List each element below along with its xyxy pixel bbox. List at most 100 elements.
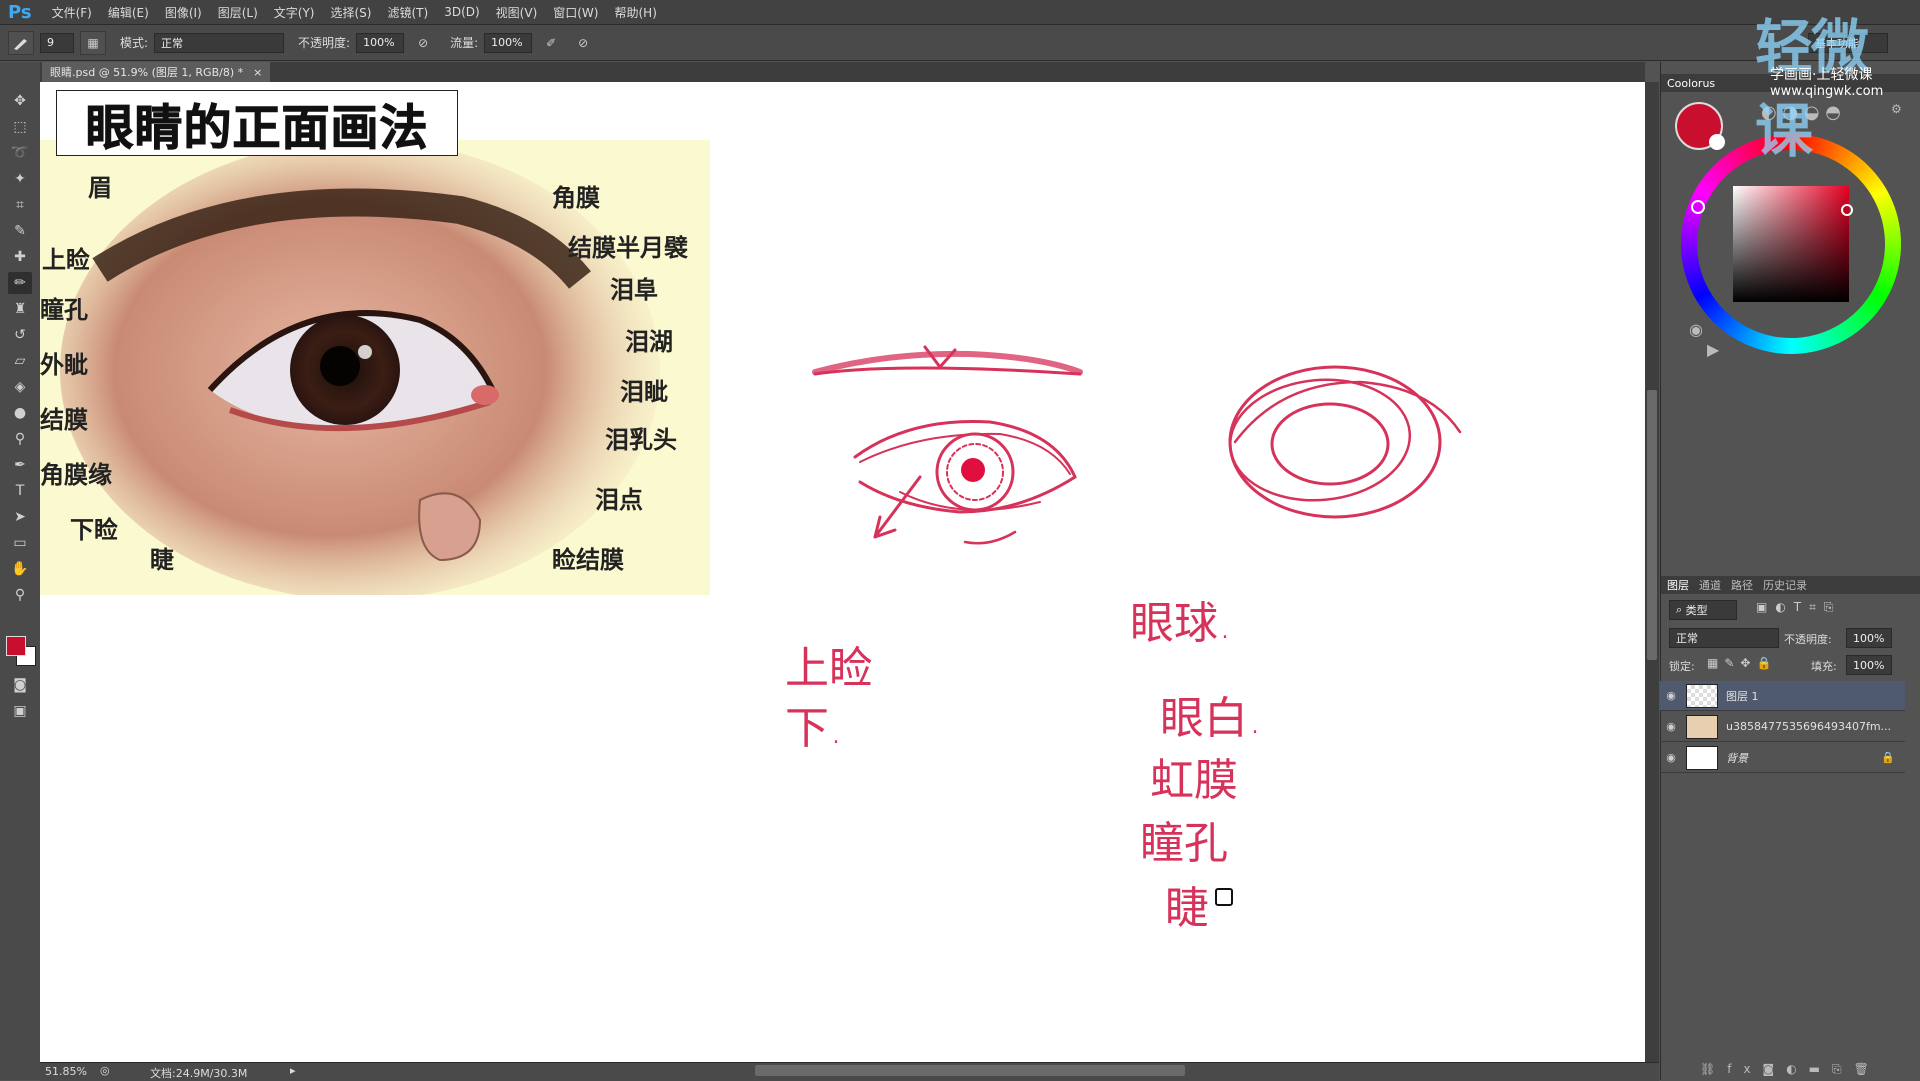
mode-value: 正常 <box>161 36 184 50</box>
status-menu-arrow-icon[interactable]: ▸ <box>290 1064 296 1077</box>
flow-input[interactable]: 100% <box>484 32 533 53</box>
menu-3d[interactable]: 3D(D) <box>436 5 487 19</box>
menu-image[interactable]: 图像(I) <box>157 4 210 21</box>
color-panel-title[interactable]: Coolorus <box>1667 77 1715 90</box>
eraser-tool-icon[interactable]: ▱ <box>8 350 32 372</box>
fill-label: 填充: <box>1811 660 1837 673</box>
type-tool-icon[interactable]: T <box>8 480 32 502</box>
visibility-eye-icon[interactable]: ◉ <box>1660 751 1682 764</box>
rectangle-tool-icon[interactable]: ▭ <box>8 532 32 554</box>
menu-type[interactable]: 文字(Y) <box>266 4 323 21</box>
paint-bucket-tool-icon[interactable]: ◈ <box>8 376 32 398</box>
brush-panel-icon[interactable]: ▦ <box>80 30 106 55</box>
label-papilla: 泪乳头 <box>605 426 677 454</box>
magic-wand-tool-icon[interactable]: ✦ <box>8 168 32 190</box>
dodge-tool-icon[interactable]: ⚲ <box>8 428 32 450</box>
layers-footer-icons[interactable]: ⛓fx◙◐▬⎘🗑 <box>1700 1062 1881 1077</box>
handwritten-partial: 睫 <box>1165 883 1209 934</box>
menu-help[interactable]: 帮助(H) <box>606 4 664 21</box>
tab-channels[interactable]: 通道 <box>1699 577 1721 593</box>
brush-tool-icon[interactable]: ✏ <box>8 272 32 294</box>
handwritten-eye-white: 眼白. <box>1160 693 1262 744</box>
color-marker[interactable] <box>1841 204 1853 216</box>
clone-stamp-tool-icon[interactable]: ♜ <box>8 298 32 320</box>
move-tool-icon[interactable]: ✥ <box>8 90 32 112</box>
label-limbus: 角膜缘 <box>40 461 112 489</box>
blend-mode-select[interactable]: 正常 <box>1669 628 1779 648</box>
mode-select[interactable]: 正常 <box>154 32 285 53</box>
color-play-icon[interactable]: ▶ <box>1707 340 1719 359</box>
healing-brush-tool-icon[interactable]: ✚ <box>8 246 32 268</box>
layer-name[interactable]: 背景 <box>1726 750 1748 766</box>
zoom-level[interactable]: 51.85% <box>45 1065 87 1078</box>
lock-icons[interactable]: ▦✎✥🔒 <box>1707 656 1777 670</box>
sketch-eyeball-lid <box>1233 380 1462 444</box>
pen-tool-icon[interactable]: ✒ <box>8 454 32 476</box>
sketch-underline <box>963 530 1017 545</box>
close-tab-icon[interactable]: × <box>253 66 262 79</box>
pressure-size-icon[interactable]: ⊘ <box>570 31 596 55</box>
secondary-color-swatch[interactable] <box>1709 134 1725 150</box>
hand-tool-icon[interactable]: ✋ <box>8 558 32 580</box>
tab-layers[interactable]: 图层 <box>1667 577 1689 593</box>
menu-bar: Ps 文件(F) 编辑(E) 图像(I) 图层(L) 文字(Y) 选择(S) 滤… <box>0 0 1920 25</box>
screen-mode-icon[interactable]: ▣ <box>8 700 32 722</box>
menu-select[interactable]: 选择(S) <box>323 4 380 21</box>
label-lower-lid: 下睑 <box>70 516 118 544</box>
layer-filter-select[interactable]: ⌕ 类型 <box>1669 600 1737 620</box>
airbrush-icon[interactable]: ✐ <box>538 31 564 55</box>
layer-name[interactable]: u3858477535696493407fm... <box>1726 720 1891 733</box>
blend-mode-value: 正常 <box>1676 632 1698 645</box>
label-outer-canthus: 外眦 <box>40 351 88 379</box>
menu-file[interactable]: 文件(F) <box>44 4 100 21</box>
visibility-eye-icon[interactable]: ◉ <box>1660 689 1682 702</box>
lock-icon: 🔒 <box>1881 751 1895 764</box>
layer-name[interactable]: 图层 1 <box>1726 688 1759 704</box>
layer-row-background[interactable]: ◉ 背景 🔒 <box>1660 743 1905 773</box>
path-selection-tool-icon[interactable]: ➤ <box>8 506 32 528</box>
layer-row-1[interactable]: ◉ 图层 1 <box>1660 681 1905 711</box>
menu-edit[interactable]: 编辑(E) <box>100 4 157 21</box>
layer-filter-icons[interactable]: ▣◐T⌗⎘ <box>1756 600 1842 615</box>
brush-size-picker[interactable]: 9 <box>40 32 74 53</box>
eyedropper-tool-icon[interactable]: ✎ <box>8 220 32 242</box>
menu-filter[interactable]: 滤镜(T) <box>379 4 436 21</box>
sketch-eyeball-inner <box>1270 402 1390 486</box>
lasso-tool-icon[interactable]: ➰ <box>8 142 32 164</box>
tab-paths[interactable]: 路径 <box>1731 577 1753 593</box>
menu-window[interactable]: 窗口(W) <box>545 4 606 21</box>
menu-layer[interactable]: 图层(L) <box>210 4 266 21</box>
layer-row-2[interactable]: ◉ u3858477535696493407fm... <box>1660 712 1905 742</box>
layer-opacity-label: 不透明度: <box>1784 633 1832 646</box>
visibility-eye-icon[interactable]: ◉ <box>1660 720 1682 733</box>
menu-view[interactable]: 视图(V) <box>488 4 546 21</box>
layer-opacity-input[interactable]: 100% <box>1846 628 1892 648</box>
marquee-tool-icon[interactable]: ⬚ <box>8 116 32 138</box>
foreground-color-front <box>6 636 26 656</box>
crop-tool-icon[interactable]: ⌗ <box>8 194 32 216</box>
blur-tool-icon[interactable]: ● <box>8 402 32 424</box>
document-size: 文档:24.9M/30.3M <box>150 1067 248 1080</box>
layer-thumbnail <box>1686 745 1718 770</box>
document-tab[interactable]: 眼睛.psd @ 51.9% (图层 1, RGB/8) * × <box>42 62 271 82</box>
watermark-url: www.qingwk.com <box>1770 84 1884 99</box>
pressure-opacity-icon[interactable]: ⊘ <box>410 31 436 55</box>
reference-title-box: 眼睛的正面画法 <box>56 90 458 157</box>
zoom-tool-icon[interactable]: ⚲ <box>8 584 32 606</box>
color-mode-icon[interactable]: ◉ <box>1689 320 1703 339</box>
hue-marker[interactable] <box>1691 200 1705 214</box>
vertical-scroll-thumb[interactable] <box>1647 390 1657 660</box>
history-brush-tool-icon[interactable]: ↺ <box>8 324 32 346</box>
brush-preset-icon[interactable] <box>8 30 34 55</box>
saturation-value-square[interactable] <box>1733 186 1849 302</box>
opacity-input[interactable]: 100% <box>356 32 405 53</box>
label-conjunctiva: 结膜 <box>40 406 88 434</box>
fill-input[interactable]: 100% <box>1846 655 1892 675</box>
handwritten-lower-lid: 下. <box>785 703 843 754</box>
tab-history[interactable]: 历史记录 <box>1763 577 1807 593</box>
quick-mask-icon[interactable]: ◙ <box>8 674 32 696</box>
status-info-icon[interactable]: ◎ <box>100 1064 110 1077</box>
label-inner-canthus: 泪眦 <box>620 378 668 406</box>
handwritten-upper-lid: 上睑 <box>785 643 873 694</box>
horizontal-scroll-thumb[interactable] <box>755 1065 1185 1076</box>
